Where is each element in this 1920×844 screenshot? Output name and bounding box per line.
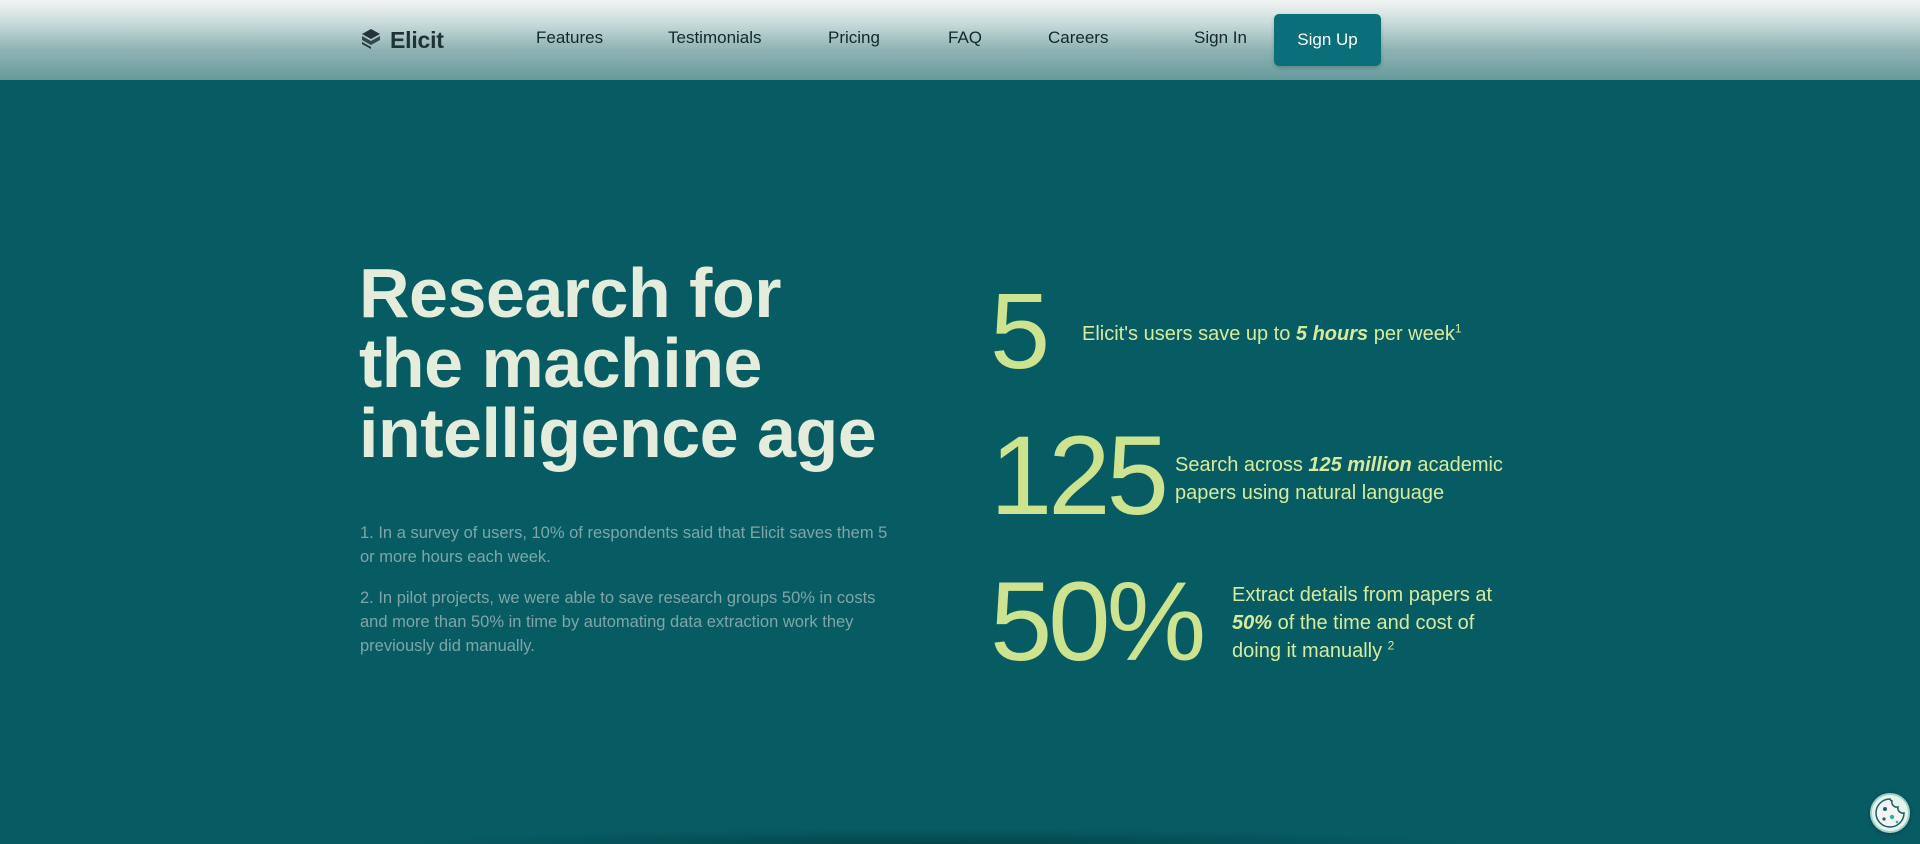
cookie-settings-button[interactable]	[1870, 793, 1910, 833]
stat-highlight: 125 million	[1308, 454, 1412, 476]
logo-link[interactable]: Elicit	[360, 26, 444, 54]
stat-number-hours: 5	[990, 270, 1050, 391]
sign-in-link[interactable]: Sign In	[1194, 28, 1247, 48]
section-bottom-shadow	[380, 828, 1500, 844]
stat-text-part: per week	[1368, 323, 1455, 345]
stat-highlight: 50%	[1232, 612, 1273, 634]
stat-text-hours: Elicit's users save up to 5 hours per we…	[1082, 320, 1502, 348]
nav-link-pricing[interactable]: Pricing	[828, 28, 880, 48]
hero-title-line: intelligence age	[359, 394, 877, 472]
nav-link-testimonials[interactable]: Testimonials	[668, 28, 762, 48]
stat-footnote-ref: 2	[1387, 638, 1395, 653]
hero-title-line: Research for	[359, 254, 781, 332]
hero-title: Research for the machine intelligence ag…	[359, 258, 919, 468]
stat-text-papers: Search across 125 million academic paper…	[1175, 451, 1515, 507]
stat-text-extraction: Extract details from papers at 50% of th…	[1232, 581, 1522, 665]
stat-text-part: Elicit's users save up to	[1082, 323, 1296, 345]
nav-link-faq[interactable]: FAQ	[948, 28, 982, 48]
nav-link-careers[interactable]: Careers	[1048, 28, 1108, 48]
sign-up-button[interactable]: Sign Up	[1274, 14, 1381, 66]
stat-number-extraction: 50%	[990, 559, 1206, 684]
stat-highlight: 5 hours	[1295, 323, 1369, 345]
cookie-icon	[1872, 798, 1908, 831]
stat-footnote-ref: 1	[1454, 321, 1462, 336]
stat-number-papers: 125	[990, 413, 1169, 538]
hero-title-line: the machine	[359, 324, 762, 402]
top-navbar: Elicit Features Testimonials Pricing FAQ…	[0, 0, 1920, 80]
stat-text-part: Extract details from papers at	[1232, 584, 1493, 606]
nav-link-features[interactable]: Features	[536, 28, 603, 48]
footnote-1: 1. In a survey of users, 10% of responde…	[360, 524, 888, 566]
logo-text: Elicit	[390, 26, 444, 53]
footnote-2: 2. In pilot projects, we were able to sa…	[360, 589, 876, 655]
stacked-layers-icon	[360, 27, 382, 54]
stat-text-part: Search across	[1175, 454, 1309, 476]
